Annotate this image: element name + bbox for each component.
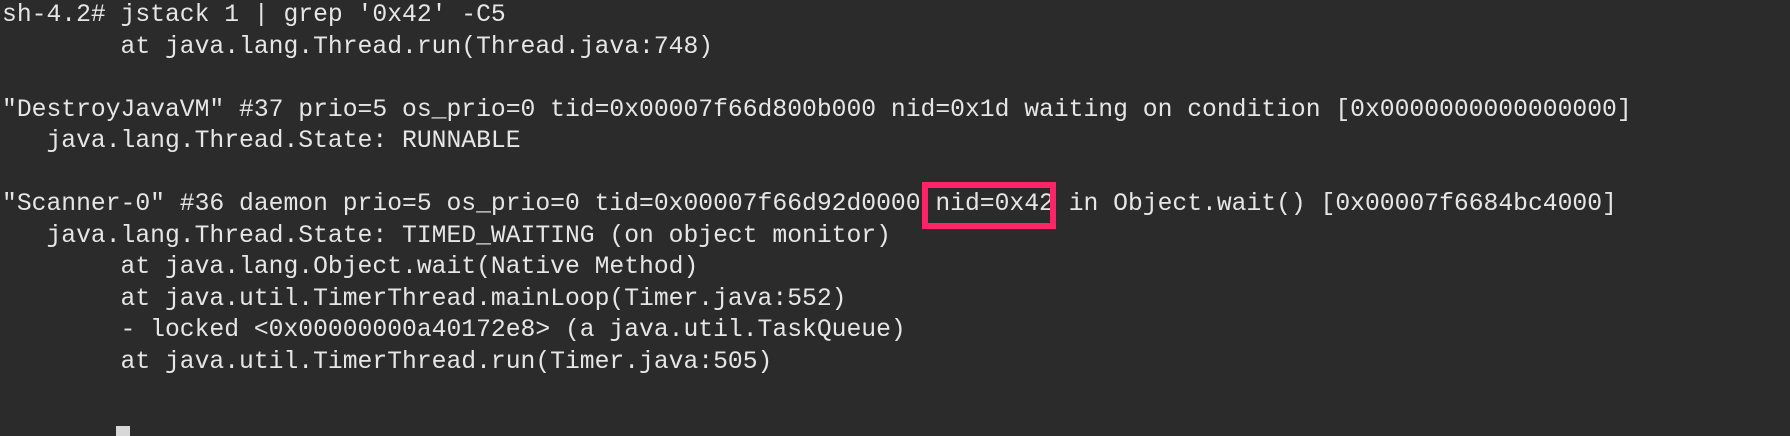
thread-state-line: java.lang.Thread.State: TIMED_WAITING (o… bbox=[2, 221, 891, 250]
stack-frame-line: at java.util.TimerThread.run(Timer.java:… bbox=[2, 347, 773, 376]
thread-header-line: "DestroyJavaVM" #37 prio=5 os_prio=0 tid… bbox=[2, 95, 1632, 124]
stack-frame-line: at java.lang.Thread.run(Thread.java:748) bbox=[2, 32, 714, 61]
thread-state-line: java.lang.Thread.State: RUNNABLE bbox=[2, 127, 521, 155]
thread-header-prefix: "Scanner-0" #36 daemon prio=5 os_prio=0 … bbox=[2, 190, 936, 218]
stack-frame-line: at java.util.TimerThread.mainLoop(Timer.… bbox=[2, 284, 847, 313]
command-line: sh-4.2# jstack 1 | grep '0x42' -C5 bbox=[2, 1, 506, 29]
terminal-output[interactable]: sh-4.2# jstack 1 | grep '0x42' -C5 at ja… bbox=[2, 0, 1632, 378]
terminal-cursor bbox=[116, 426, 130, 436]
scanner-thread-header-line: "Scanner-0" #36 daemon prio=5 os_prio=0 … bbox=[2, 182, 1632, 229]
lock-line: - locked <0x00000000a40172e8> (a java.ut… bbox=[2, 316, 906, 344]
nid-text: nid=0x42 bbox=[935, 190, 1054, 218]
thread-header-suffix: in Object.wait() [0x00007f6684bc4000] bbox=[1053, 190, 1617, 218]
stack-frame-line: at java.lang.Object.wait(Native Method) bbox=[2, 253, 699, 281]
highlighted-nid: nid=0x42 bbox=[922, 182, 1056, 229]
